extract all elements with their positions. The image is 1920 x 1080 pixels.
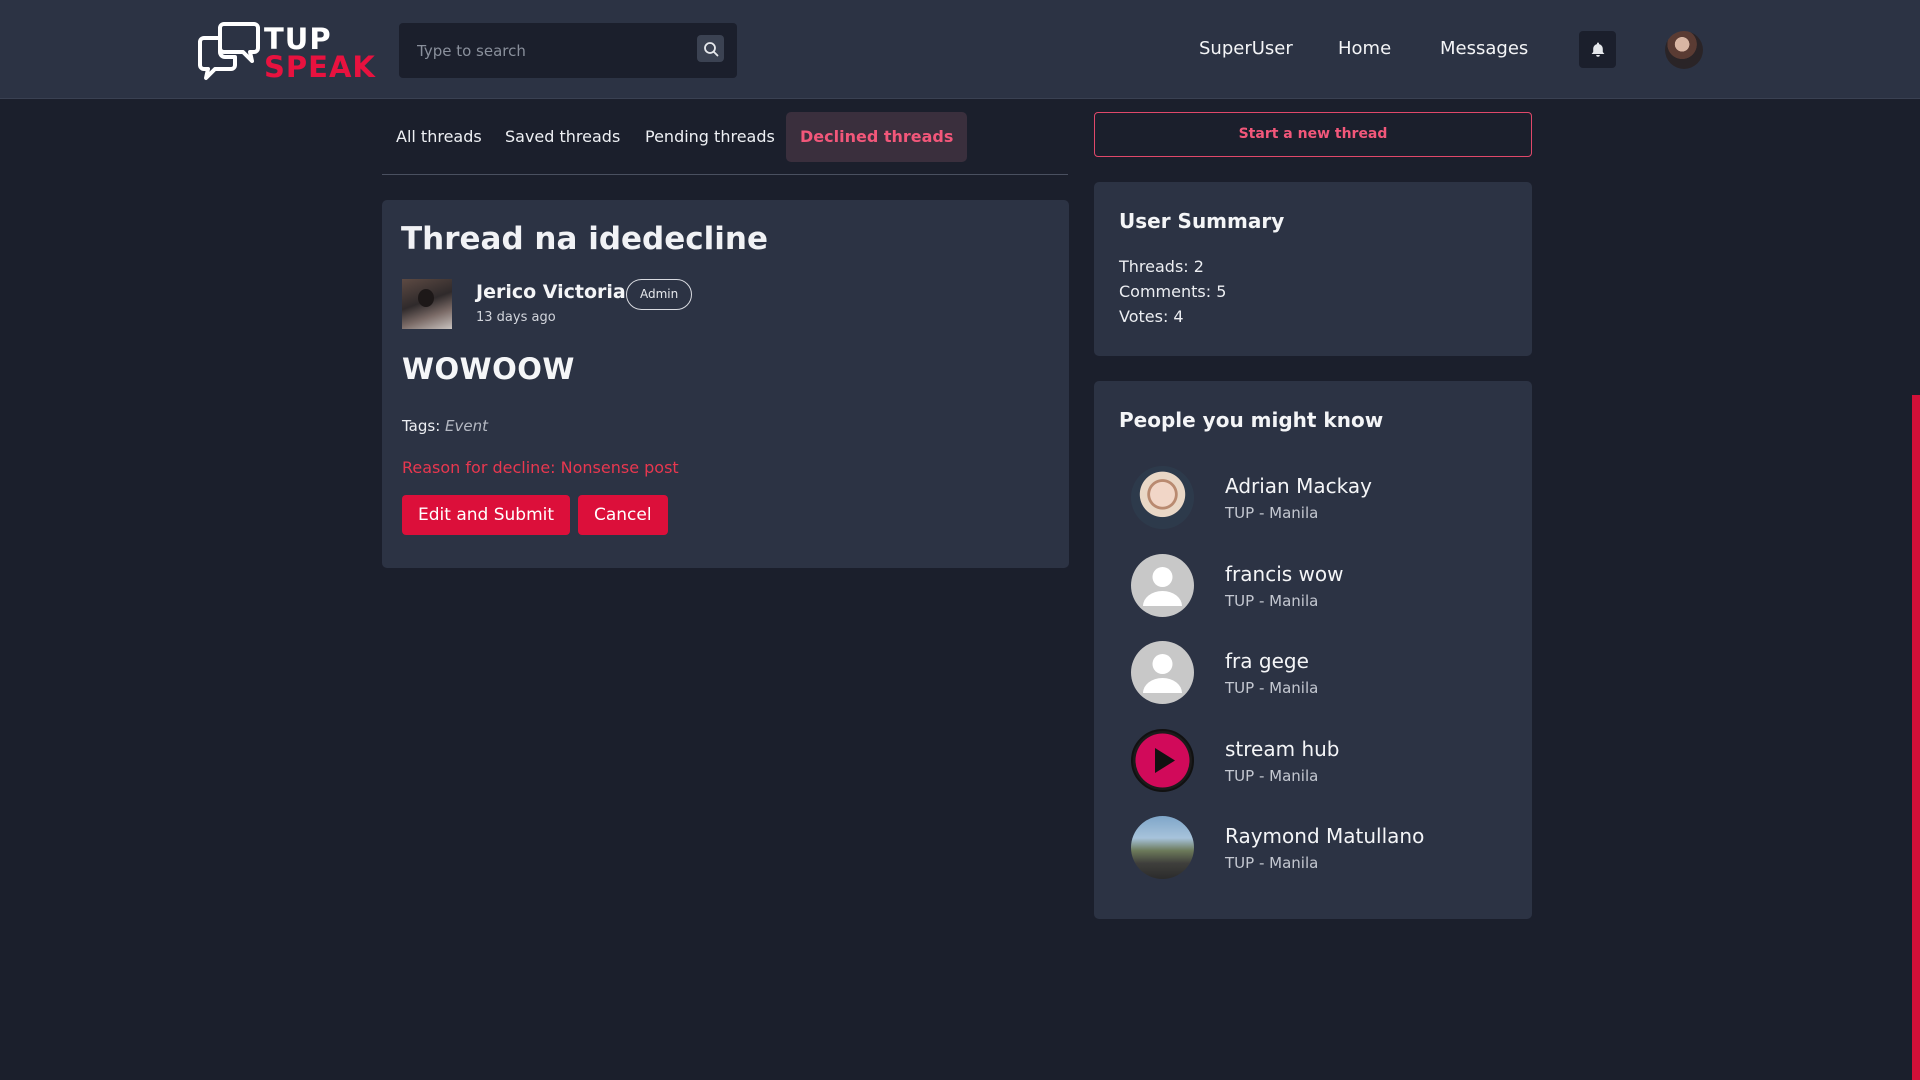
thread-tabs: All threads Saved threads Pending thread… — [382, 111, 1068, 175]
cancel-button[interactable]: Cancel — [578, 495, 668, 535]
person-location: TUP - Manila — [1225, 592, 1319, 610]
role-badge: Admin — [626, 279, 693, 310]
search-input[interactable] — [399, 23, 689, 78]
default-user-icon — [1131, 554, 1194, 617]
tab-all-threads[interactable]: All threads — [382, 112, 496, 162]
tab-declined-threads[interactable]: Declined threads — [786, 112, 968, 162]
nav-superuser[interactable]: SuperUser — [1199, 37, 1293, 61]
votes-count: Votes: 4 — [1119, 307, 1184, 326]
person-adrian-mackay[interactable]: Adrian Mackay TUP - Manila — [1131, 466, 1511, 532]
person-stream-hub[interactable]: stream hub TUP - Manila — [1131, 729, 1511, 795]
bell-icon — [1591, 42, 1604, 57]
play-icon — [1131, 729, 1194, 792]
person-name: stream hub — [1225, 737, 1340, 761]
thread-title[interactable]: Thread na idedecline — [401, 221, 768, 257]
person-avatar — [1131, 466, 1194, 529]
author-avatar[interactable] — [402, 279, 452, 329]
search-icon — [703, 41, 718, 56]
tag-value: Event — [445, 417, 489, 435]
person-location: TUP - Manila — [1225, 767, 1319, 785]
person-francis-wow[interactable]: francis wow TUP - Manila — [1131, 554, 1511, 620]
default-user-icon — [1131, 641, 1194, 704]
person-fra-gege[interactable]: fra gege TUP - Manila — [1131, 641, 1511, 707]
person-name: Adrian Mackay — [1225, 474, 1372, 498]
start-new-thread-button[interactable]: Start a new thread — [1094, 112, 1532, 157]
page-scrollbar-thumb[interactable] — [1912, 395, 1920, 1080]
declined-thread-card: Thread na idedecline Jerico Victoria Adm… — [382, 200, 1069, 568]
tab-pending-threads[interactable]: Pending threads — [631, 112, 789, 162]
search-button[interactable] — [697, 35, 724, 62]
search-bar — [399, 23, 737, 78]
tab-saved-threads[interactable]: Saved threads — [491, 112, 634, 162]
logo-text-bottom: SPEAK — [264, 50, 376, 84]
person-location: TUP - Manila — [1225, 504, 1319, 522]
thread-body: WOWOOW — [402, 352, 575, 386]
person-location: TUP - Manila — [1225, 679, 1319, 697]
comments-count: Comments: 5 — [1119, 282, 1227, 301]
chat-bubbles-icon — [198, 22, 260, 80]
people-you-might-know-panel: People you might know Adrian Mackay TUP … — [1094, 381, 1532, 919]
tup-speak-logo[interactable]: TUP SPEAK — [198, 18, 375, 84]
notifications-button[interactable] — [1579, 31, 1616, 68]
people-panel-title: People you might know — [1119, 408, 1384, 432]
author-name[interactable]: Jerico Victoria — [476, 281, 626, 303]
tags-label: Tags: — [402, 417, 441, 435]
person-avatar — [1131, 816, 1194, 879]
threads-count: Threads: 2 — [1119, 257, 1204, 276]
user-avatar[interactable] — [1665, 31, 1703, 69]
person-name: Raymond Matullano — [1225, 824, 1425, 848]
thread-tags: Tags: Event — [402, 417, 488, 435]
decline-reason: Reason for decline: Nonsense post — [402, 458, 679, 477]
person-name: fra gege — [1225, 649, 1309, 673]
person-name: francis wow — [1225, 562, 1344, 586]
user-summary-title: User Summary — [1119, 209, 1285, 233]
top-header: TUP SPEAK SuperUser Home Messages — [0, 0, 1920, 99]
person-location: TUP - Manila — [1225, 854, 1319, 872]
edit-and-submit-button[interactable]: Edit and Submit — [402, 495, 571, 535]
user-summary-panel: User Summary Threads: 2 Comments: 5 Vote… — [1094, 182, 1532, 356]
person-raymond-matullano[interactable]: Raymond Matullano TUP - Manila — [1131, 816, 1511, 882]
post-timestamp: 13 days ago — [476, 310, 556, 325]
nav-messages[interactable]: Messages — [1440, 37, 1528, 61]
nav-home[interactable]: Home — [1338, 37, 1391, 61]
